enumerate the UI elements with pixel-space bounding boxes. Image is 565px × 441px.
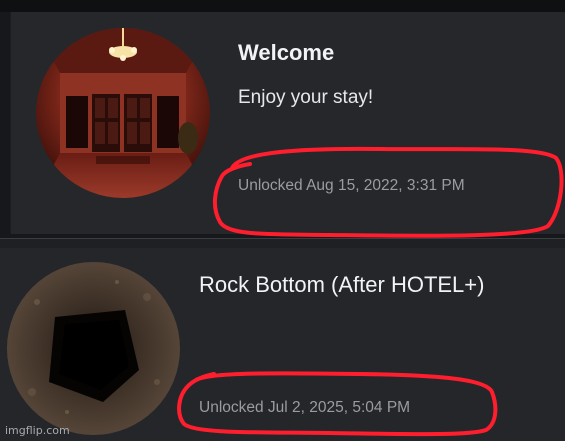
achievement-title: Rock Bottom (After HOTEL+) xyxy=(199,272,485,297)
achievement-unlocked-date: Unlocked Aug 15, 2022, 3:31 PM xyxy=(238,177,465,194)
achievement-title: Welcome xyxy=(238,40,335,65)
dark-pit-hole-icon xyxy=(7,262,180,435)
hotel-lobby-room-icon xyxy=(36,28,210,198)
watermark: imgflip.com xyxy=(5,424,70,437)
achievement-unlocked-date: Unlocked Jul 2, 2025, 5:04 PM xyxy=(199,399,411,416)
top-strip xyxy=(0,0,565,12)
achievement-description: Enjoy your stay! xyxy=(238,87,374,108)
